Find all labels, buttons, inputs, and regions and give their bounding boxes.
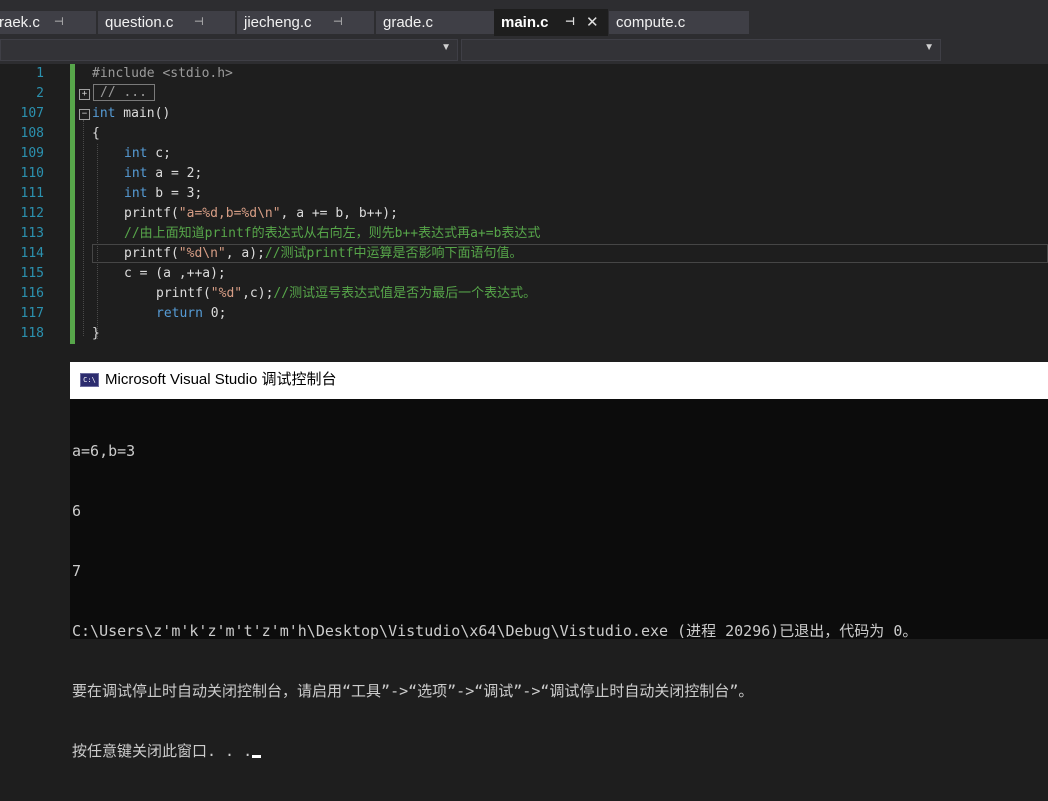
line-number: 108: [20, 126, 44, 141]
line-number: 113: [20, 226, 44, 241]
code-line-printf-2: printf("%d\n", a);//测试printf中运算是否影响下面语句值…: [124, 244, 523, 264]
pin-icon[interactable]: ⊣: [194, 11, 204, 34]
code-text: , a);: [225, 246, 265, 261]
member-dropdown[interactable]: ▼: [461, 39, 941, 61]
string-literal: "%d\n": [178, 246, 226, 261]
code-editor[interactable]: 1 2 107 108 109 110 111 112 113 114 115 …: [0, 64, 1048, 364]
keyword: return: [156, 306, 203, 321]
chevron-down-icon: ▼: [924, 42, 934, 53]
chevron-down-icon: ▼: [441, 42, 451, 53]
line-number-gutter: 1 2 107 108 109 110 111 112 113 114 115 …: [0, 64, 68, 364]
line-number: 114: [20, 246, 44, 261]
code-line-decl-b: int b = 3;: [124, 184, 202, 204]
pin-icon[interactable]: ⊣: [54, 11, 64, 34]
tab-label: raek.c: [0, 14, 40, 31]
code-text: printf(: [124, 206, 179, 221]
code-text: ,c);: [242, 286, 274, 301]
code-line-open-brace: {: [92, 126, 100, 141]
console-title-bar[interactable]: C:\ Microsoft Visual Studio 调试控制台: [70, 362, 1048, 399]
tab-label: compute.c: [616, 14, 686, 31]
console-output-line: 6: [72, 502, 82, 520]
code-line-decl-c: int c;: [124, 144, 171, 164]
tab-question[interactable]: question.c ⊣: [98, 11, 235, 34]
keyword: int: [124, 146, 148, 161]
comment: //测试逗号表达式值是否为最后一个表达式。: [273, 286, 537, 301]
collapse-icon[interactable]: −: [79, 109, 90, 120]
line-number: 116: [20, 286, 44, 301]
code-line-comma-expr: c = (a ,++a);: [124, 266, 226, 281]
line-number: 111: [20, 186, 44, 201]
line-number: 109: [20, 146, 44, 161]
tab-grade[interactable]: grade.c: [376, 11, 494, 34]
line-number: 117: [20, 306, 44, 321]
code-line-return: return 0;: [156, 304, 226, 324]
tab-label: jiecheng.c: [244, 14, 312, 31]
pin-icon[interactable]: ⊣: [333, 11, 343, 34]
line-number: 107: [20, 106, 44, 121]
tab-raek[interactable]: raek.c ⊣: [0, 11, 96, 34]
console-output-line: C:\Users\z'm'k'z'm't'z'm'h\Desktop\Vistu…: [72, 622, 918, 640]
debug-console-window[interactable]: C:\ Microsoft Visual Studio 调试控制台 a=6,b=…: [70, 362, 1048, 760]
code-line-main: int main(): [92, 104, 170, 124]
console-output-line: a=6,b=3: [72, 442, 136, 460]
console-output[interactable]: a=6,b=3 6 7 C:\Users\z'm'k'z'm't'z'm'h\D…: [72, 401, 1048, 801]
expand-icon[interactable]: +: [79, 89, 90, 100]
code-text: a = 2;: [147, 166, 203, 181]
console-output-line: 7: [72, 562, 82, 580]
console-prompt-text: 按任意键关闭此窗口. . .: [72, 742, 253, 760]
tab-jiecheng[interactable]: jiecheng.c ⊣: [237, 11, 374, 34]
indent-guide: [97, 144, 98, 339]
tab-label: main.c: [501, 14, 549, 31]
keyword: int: [124, 166, 148, 181]
code-line-close-brace: }: [92, 326, 100, 341]
change-indicator-bar: [70, 64, 75, 344]
document-tab-bar: raek.c ⊣ question.c ⊣ jiecheng.c ⊣ grade…: [0, 0, 1048, 36]
console-output-line: 按任意键关闭此窗口. . .: [72, 741, 1048, 761]
scope-dropdown[interactable]: ▼: [0, 39, 458, 61]
code-text: printf(: [156, 286, 211, 301]
console-app-icon: C:\: [80, 373, 99, 387]
tab-label: question.c: [105, 14, 174, 31]
tab-label: grade.c: [383, 14, 434, 31]
collapsed-region[interactable]: // ...: [93, 84, 155, 101]
code-text: main(): [115, 106, 171, 121]
code-line-decl-a: int a = 2;: [124, 164, 202, 184]
line-number: 1: [36, 66, 44, 81]
code-text: c;: [147, 146, 171, 161]
line-number: 118: [20, 326, 44, 341]
code-line-printf-1: printf("a=%d,b=%d\n", a += b, b++);: [124, 204, 398, 224]
comment: //测试printf中运算是否影响下面语句值。: [264, 246, 523, 261]
code-line-include: #include <stdio.h>: [92, 66, 233, 81]
keyword: int: [92, 106, 116, 121]
code-line-printf-3: printf("%d",c);//测试逗号表达式值是否为最后一个表达式。: [156, 284, 536, 304]
keyword: int: [124, 186, 148, 201]
line-number: 115: [20, 266, 44, 281]
navigation-bar: ▼ ▼: [0, 36, 1048, 64]
pin-icon[interactable]: ⊣: [565, 9, 575, 36]
code-line-comment-1: //由上面知道printf的表达式从右向左，则先b++表达式再a+=b表达式: [124, 226, 541, 241]
line-number: 2: [36, 86, 44, 101]
line-number: 112: [20, 206, 44, 221]
code-text: printf(: [124, 246, 179, 261]
tab-main[interactable]: main.c ⊣ ✕: [494, 9, 608, 36]
close-icon[interactable]: ✕: [586, 9, 599, 36]
tab-compute[interactable]: compute.c: [609, 11, 749, 34]
code-text: 0;: [202, 306, 227, 321]
line-number: 110: [20, 166, 44, 181]
string-literal: "a=%d,b=%d\n": [178, 206, 281, 221]
code-text: b = 3;: [147, 186, 203, 201]
fold-guide: [83, 120, 84, 336]
string-literal: "%d": [210, 286, 243, 301]
code-text: , a += b, b++);: [280, 206, 398, 221]
text-cursor: [252, 755, 262, 758]
console-output-line: 要在调试停止时自动关闭控制台，请启用“工具”->“选项”->“调试”->“调试停…: [72, 682, 754, 700]
console-title: Microsoft Visual Studio 调试控制台: [105, 371, 337, 388]
